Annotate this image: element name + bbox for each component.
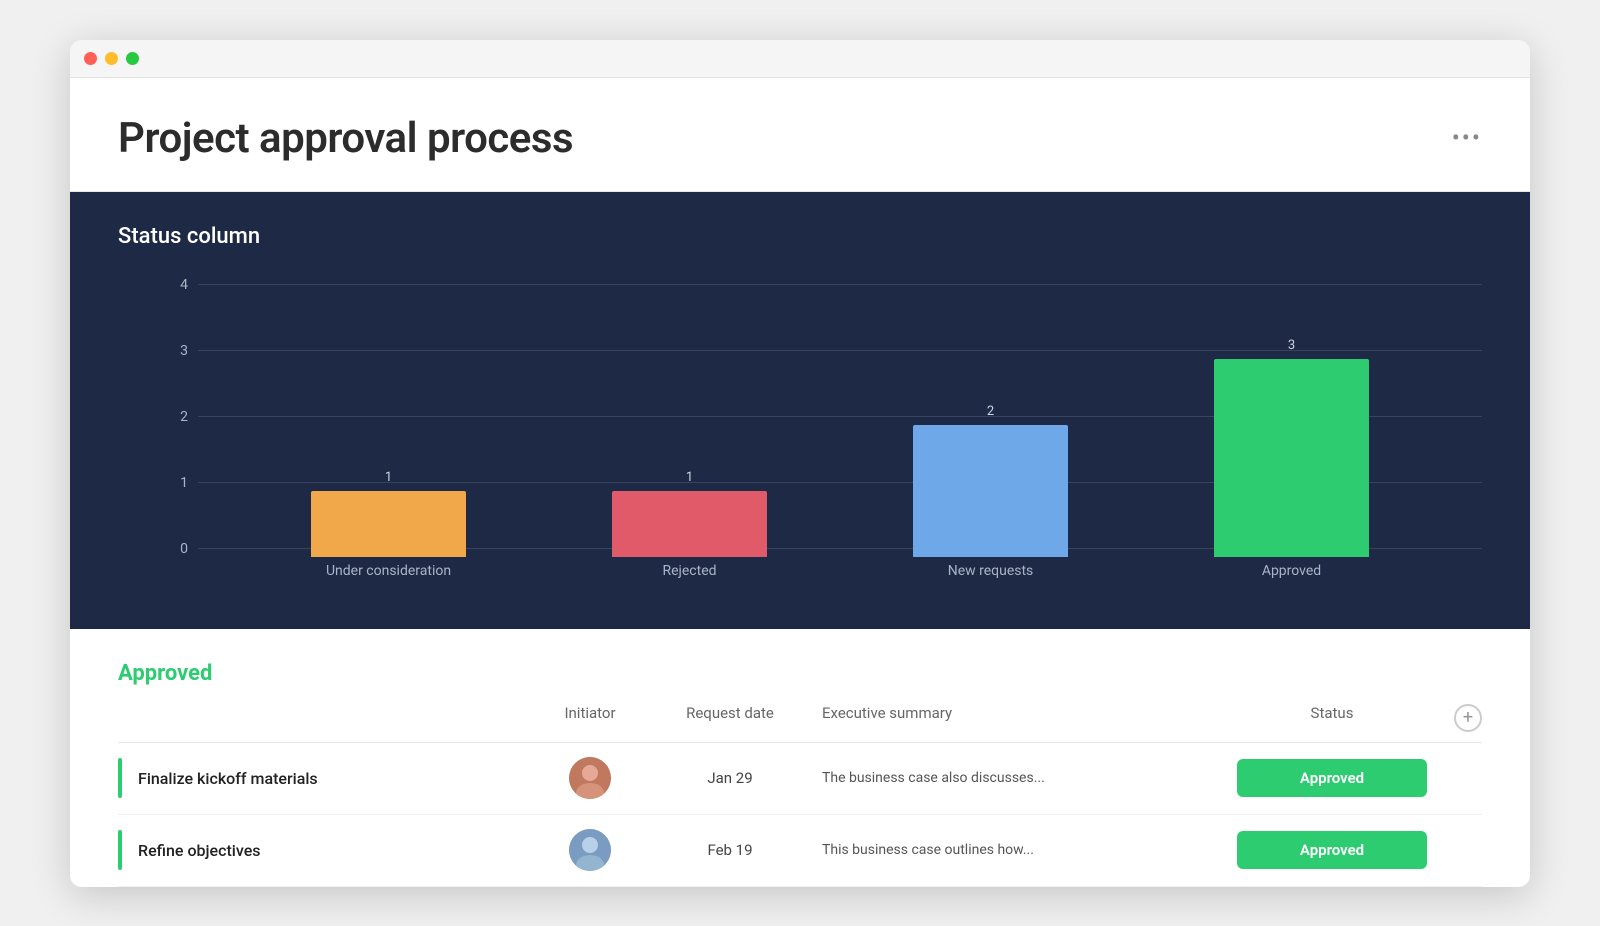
task-name-1: Finalize kickoff materials: [118, 757, 530, 800]
chart-area: 4 3 2 1 0: [118, 277, 1482, 597]
x-axis: Under consideration Rejected New request…: [198, 557, 1482, 597]
date-1: Jan 29: [650, 757, 810, 799]
avatar-image-2: [569, 829, 611, 871]
initiator-2: [530, 817, 650, 883]
bar-rect-under-consideration: [311, 491, 466, 557]
col-executive-summary: Executive summary: [810, 704, 1222, 732]
minimize-button[interactable]: [105, 52, 118, 65]
summary-1: The business case also discusses...: [810, 758, 1222, 798]
y-label-1: 1: [158, 475, 188, 491]
table-wrapper: Initiator Request date Executive summary…: [118, 704, 1482, 887]
col-task: [118, 704, 530, 732]
table-row: Refine objectives Feb 19 This business c…: [118, 815, 1482, 887]
more-options-button[interactable]: •••: [1452, 124, 1482, 152]
bar-rect-approved: [1214, 359, 1369, 557]
task-name-2: Refine objectives: [118, 829, 530, 872]
table-row: Finalize kickoff materials Jan 29 The bu…: [118, 743, 1482, 815]
avatar-1: [569, 757, 611, 799]
table-section: Approved Initiator Request date Executiv…: [70, 629, 1530, 887]
row-action-1: [1442, 766, 1482, 790]
initiator-1: [530, 745, 650, 811]
bar-new-requests[interactable]: 2: [913, 404, 1068, 557]
bar-rect-new-requests: [913, 425, 1068, 557]
date-2: Feb 19: [650, 829, 810, 871]
col-request-date: Request date: [650, 704, 810, 732]
x-label-rejected: Rejected: [612, 563, 767, 579]
bar-approved[interactable]: 3: [1214, 338, 1369, 557]
maximize-button[interactable]: [126, 52, 139, 65]
add-column-button[interactable]: +: [1454, 704, 1482, 732]
col-initiator: Initiator: [530, 704, 650, 732]
status-cell-1: Approved: [1222, 747, 1442, 809]
y-label-3: 3: [158, 343, 188, 359]
bar-value-approved: 3: [1288, 338, 1295, 353]
chart-section: Status column 4 3 2 1: [70, 192, 1530, 629]
approved-section-title: Approved: [118, 661, 1482, 686]
page-title: Project approval process: [118, 114, 573, 163]
task-indicator-1: [118, 758, 122, 798]
app-window: Project approval process ••• Status colu…: [70, 40, 1530, 887]
close-button[interactable]: [84, 52, 97, 65]
bar-under-consideration[interactable]: 1: [311, 470, 466, 557]
x-label-new-requests: New requests: [913, 563, 1068, 579]
y-label-2: 2: [158, 409, 188, 425]
bar-rejected[interactable]: 1: [612, 470, 767, 557]
status-cell-2: Approved: [1222, 819, 1442, 881]
y-label-4: 4: [158, 277, 188, 293]
status-badge-2[interactable]: Approved: [1237, 831, 1427, 869]
bar-value-new-requests: 2: [987, 404, 994, 419]
row-action-2: [1442, 838, 1482, 862]
chart-title: Status column: [118, 224, 1482, 249]
x-label-approved: Approved: [1214, 563, 1369, 579]
col-status: Status: [1222, 704, 1442, 732]
x-label-under-consideration: Under consideration: [311, 563, 466, 579]
titlebar: [70, 40, 1530, 78]
summary-2: This business case outlines how...: [810, 830, 1222, 870]
bar-value-rejected: 1: [686, 470, 693, 485]
status-badge-1[interactable]: Approved: [1237, 759, 1427, 797]
table-header: Initiator Request date Executive summary…: [118, 704, 1482, 743]
avatar-image-1: [569, 757, 611, 799]
bar-rect-rejected: [612, 491, 767, 557]
page-header: Project approval process •••: [70, 78, 1530, 192]
bar-value-under-consideration: 1: [385, 470, 392, 485]
task-indicator-2: [118, 830, 122, 870]
avatar-2: [569, 829, 611, 871]
y-label-0: 0: [158, 541, 188, 557]
col-add: +: [1442, 704, 1482, 732]
bars-container: 1 1 2 3: [198, 277, 1482, 557]
